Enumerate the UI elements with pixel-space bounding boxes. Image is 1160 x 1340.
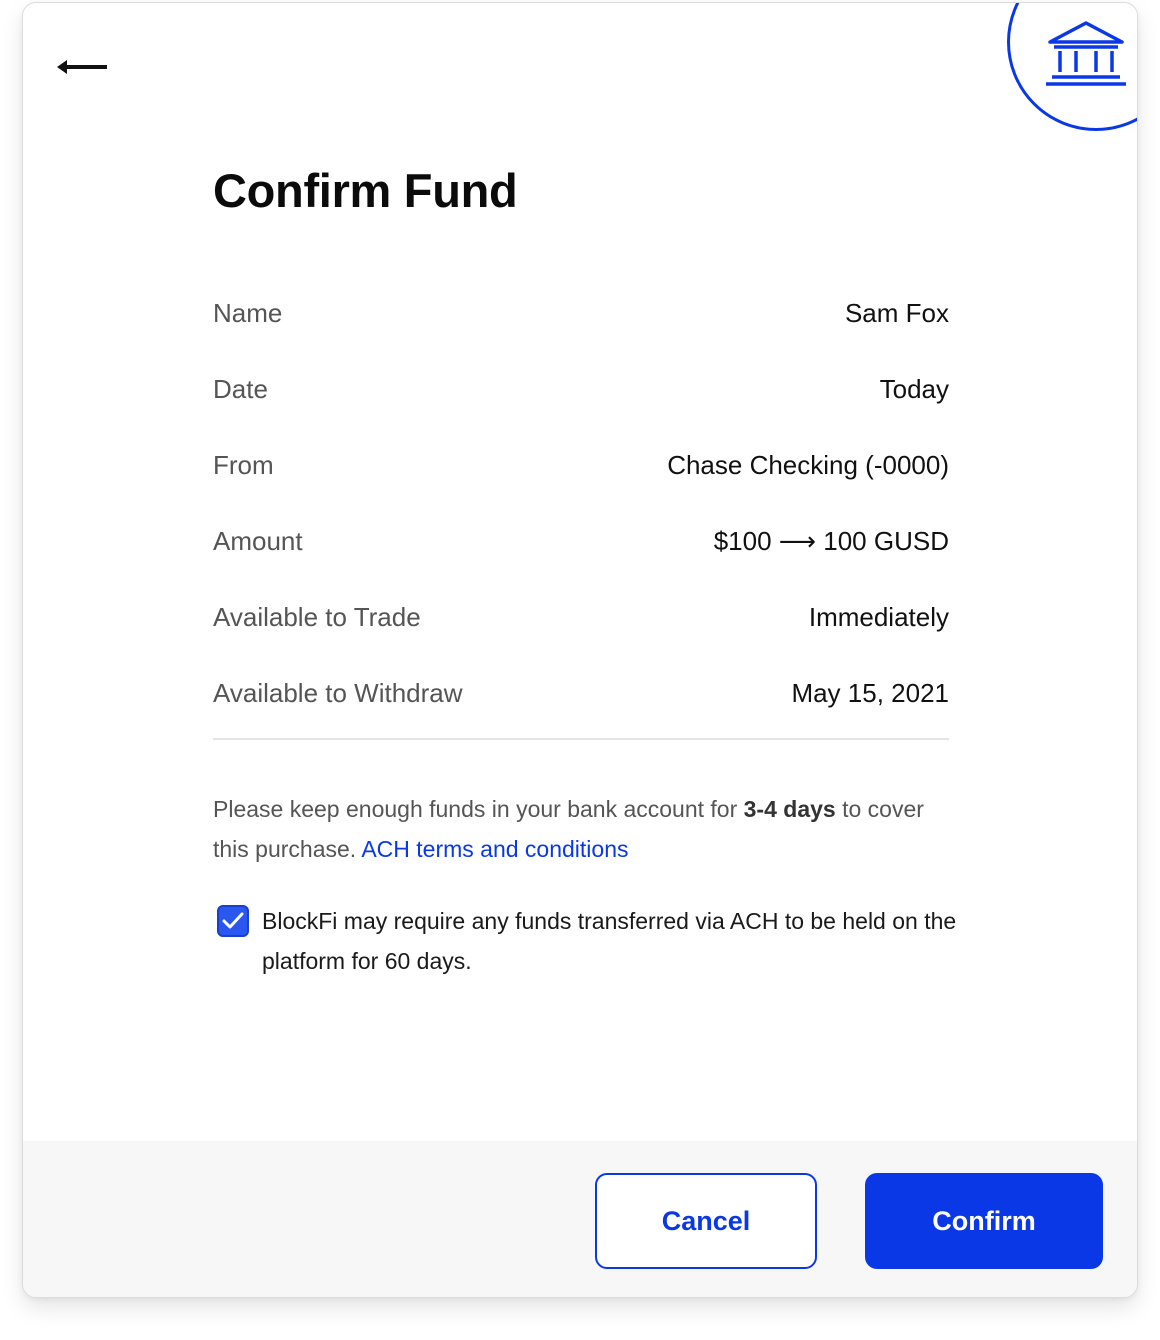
detail-label: Amount (213, 525, 303, 556)
detail-value: Sam Fox (844, 297, 949, 328)
agreement-text: BlockFi may require any funds transferre… (262, 908, 957, 974)
detail-row-available-to-withdraw: Available to Withdraw May 15, 2021 (213, 655, 949, 731)
page-title: Confirm Fund (213, 164, 518, 217)
detail-label: From (213, 449, 274, 480)
detail-label: Available to Trade (213, 601, 421, 632)
details-list: Name Sam Fox Date Today From Chase Check… (213, 275, 949, 731)
detail-label: Date (213, 373, 268, 404)
detail-label: Available to Withdraw (213, 677, 463, 708)
divider (213, 738, 949, 740)
arrow-left-icon (57, 60, 107, 74)
ach-terms-link[interactable]: ACH terms and conditions (361, 836, 628, 862)
bank-badge (1007, 3, 1137, 131)
checkmark-icon (222, 912, 244, 929)
back-button[interactable] (53, 47, 113, 87)
detail-value: May 15, 2021 (791, 677, 949, 708)
detail-value: Today (879, 373, 949, 404)
detail-label: Name (213, 297, 283, 328)
detail-value: Chase Checking (-0000) (667, 449, 949, 480)
ach-hold-agreement: BlockFi may require any funds transferre… (217, 901, 957, 981)
bank-icon (1046, 21, 1126, 86)
notice-bold: 3-4 days (743, 796, 836, 822)
detail-row-name: Name Sam Fox (213, 275, 949, 351)
detail-row-date: Date Today (213, 351, 949, 427)
detail-value: $100 ⟶ 100 GUSD (713, 525, 949, 556)
detail-row-amount: Amount $100 ⟶ 100 GUSD (213, 503, 949, 579)
detail-row-from: From Chase Checking (-0000) (213, 427, 949, 503)
funds-notice: Please keep enough funds in your bank ac… (213, 789, 933, 869)
agreement-checkbox[interactable] (217, 905, 249, 937)
notice-text: Please keep enough funds in your bank ac… (213, 796, 744, 822)
cancel-button[interactable]: Cancel (595, 1173, 817, 1269)
confirm-button[interactable]: Confirm (865, 1173, 1103, 1269)
confirm-fund-dialog: Confirm Fund Name Sam Fox Date Today Fro… (22, 2, 1138, 1298)
detail-row-available-to-trade: Available to Trade Immediately (213, 579, 949, 655)
dialog-footer: Cancel Confirm (23, 1141, 1137, 1297)
detail-value: Immediately (808, 601, 949, 632)
